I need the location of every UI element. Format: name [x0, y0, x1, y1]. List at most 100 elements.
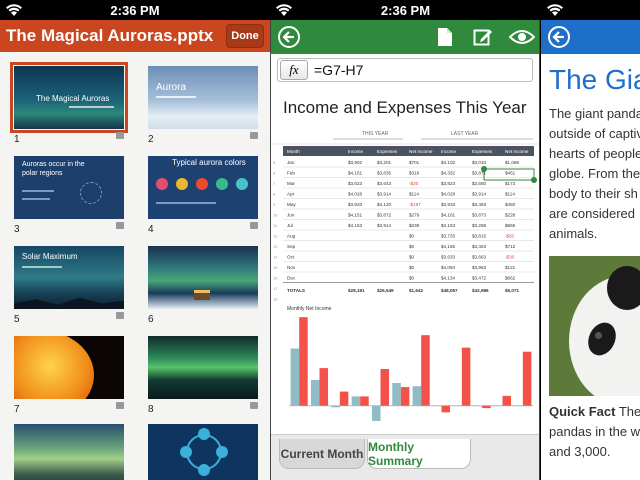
document-icon[interactable]: [437, 27, 453, 47]
table-cell: $3,902: [348, 160, 362, 165]
row-number: 9: [273, 202, 276, 207]
table-cell: $3,201: [377, 160, 391, 165]
table-cell: $4,102: [441, 160, 455, 165]
table-cell: $4,101: [441, 213, 455, 218]
total-cell: $42,986: [472, 288, 489, 293]
slide-number: 3: [14, 224, 20, 235]
slide-subtitle-line: [69, 106, 114, 108]
chart-bar-nov-series1: [493, 405, 503, 407]
slide-thumbnail-1[interactable]: The Magical Auroras: [10, 62, 128, 133]
selection-handle[interactable]: [481, 166, 487, 172]
header-cell: Expenses: [377, 149, 398, 154]
table-cell: $3,815: [472, 234, 486, 239]
table-cell: $3,650: [472, 181, 486, 186]
back-arrow-icon[interactable]: [547, 25, 571, 49]
panda-eye: [595, 332, 602, 339]
slide-title: Typical aurora colors: [172, 158, 246, 167]
table-cell: $3,483: [472, 202, 486, 207]
slide-thumbnail-3[interactable]: Auroras occur in the polar regions: [14, 156, 124, 219]
slide-thumbnail-5[interactable]: Solar Maximum: [14, 246, 124, 309]
eye-icon[interactable]: [509, 29, 535, 45]
wifi-icon: [6, 4, 22, 16]
presentation-toolbar: The Magical Auroras.pptx Done: [0, 20, 270, 52]
chart-bar-jul-series1: [412, 386, 422, 406]
slide-body-line: [156, 202, 216, 204]
slide-thumbnail-8[interactable]: [148, 336, 258, 399]
total-cell: $28,191: [348, 288, 365, 293]
table-cell: $3,733: [441, 234, 455, 239]
slide-thumbnail-2[interactable]: Aurora: [148, 66, 258, 129]
chart-bar-feb-series1: [310, 379, 320, 406]
slide-number: 4: [148, 224, 154, 235]
table-cell: $4,028: [441, 192, 455, 197]
slide-thumbnail-10[interactable]: [148, 424, 258, 480]
table-cell: $712: [505, 244, 516, 249]
quick-fact-label: Quick Fact: [549, 404, 616, 419]
notes-icon: [250, 402, 258, 409]
header-cell: Month: [287, 149, 300, 154]
table-cell: $114: [505, 192, 515, 197]
table-cell: $3,914: [377, 223, 391, 228]
done-button[interactable]: Done: [226, 24, 264, 48]
document-panel: The Gia The giant pandas outside of capt…: [541, 20, 640, 480]
table-cell: $4,165: [441, 244, 455, 249]
chart-bar-feb-series2: [319, 368, 329, 406]
body-line: globe. From the: [549, 166, 640, 181]
slide-thumbnail-7[interactable]: [14, 336, 124, 399]
table-cell: Nov: [287, 265, 296, 270]
color-dot-teal: [236, 178, 248, 190]
chart-bar-nov-series2: [502, 395, 512, 406]
chart-bar-jan-series1: [290, 348, 300, 406]
table-cell: $4,153: [348, 223, 362, 228]
formula-input[interactable]: =G7-H7: [314, 62, 363, 78]
tab-monthly-summary[interactable]: Monthly Summary: [367, 439, 471, 469]
table-cell: $279: [409, 213, 420, 218]
chart-bar-aug-series2: [441, 405, 451, 413]
back-arrow-icon[interactable]: [277, 25, 301, 49]
table-cell: $4,151: [348, 213, 362, 218]
spreadsheet-grid[interactable]: Income and Expenses This Year THIS YEAR …: [271, 88, 539, 434]
globe-graphic: [80, 182, 102, 204]
table-cell: $4,332: [441, 171, 455, 176]
header-cell: Net Income: [505, 149, 529, 154]
panda-photo: [549, 256, 640, 396]
table-cell: $121: [505, 265, 516, 270]
status-time: 2:36 PM: [110, 2, 160, 18]
table-cell: $3,872: [377, 213, 391, 218]
formula-bar[interactable]: fx =G7-H7: [277, 58, 533, 82]
header-cell: Expenses: [472, 149, 493, 154]
header-cell: Income: [441, 149, 457, 154]
header-cell: Net Income: [409, 149, 433, 154]
slide-title: Aurora: [156, 82, 187, 93]
table-cell: Sep: [287, 244, 296, 249]
total-cell: $26,549: [377, 288, 394, 293]
edit-icon[interactable]: [473, 27, 493, 47]
slide-thumbnail-6[interactable]: [148, 246, 258, 309]
cycle-node: [198, 464, 210, 476]
function-button[interactable]: fx: [280, 60, 308, 80]
slide-number: 8: [148, 404, 154, 415]
table-cell: $3,873: [472, 213, 486, 218]
row-number: 10: [273, 213, 278, 218]
table-cell: $3,633: [441, 255, 455, 260]
table-cell: $239: [409, 223, 420, 228]
table-cell: Jul: [287, 223, 293, 228]
selection-handle[interactable]: [531, 177, 537, 183]
table-cell: $1,086: [505, 160, 519, 165]
notes-icon: [116, 402, 124, 409]
cabin-graphic: [194, 290, 210, 300]
total-cell: TOTALS: [287, 288, 305, 293]
slide-number: 7: [14, 404, 20, 415]
row-number: 5: [273, 160, 276, 165]
wifi-icon: [276, 4, 292, 16]
net-income-chart: [289, 317, 533, 421]
slide-thumbnail-9[interactable]: [14, 424, 124, 480]
notes-icon: [116, 132, 124, 139]
table-cell: $316: [409, 171, 420, 176]
chart-bar-may-series1: [371, 405, 381, 421]
color-dot-pink: [156, 178, 168, 190]
slide-thumbnail-4[interactable]: Typical aurora colors: [148, 156, 258, 219]
table-cell: Aug: [287, 234, 296, 239]
body-line: outside of captiv: [549, 126, 640, 141]
tab-current-month[interactable]: Current Month: [279, 439, 365, 469]
